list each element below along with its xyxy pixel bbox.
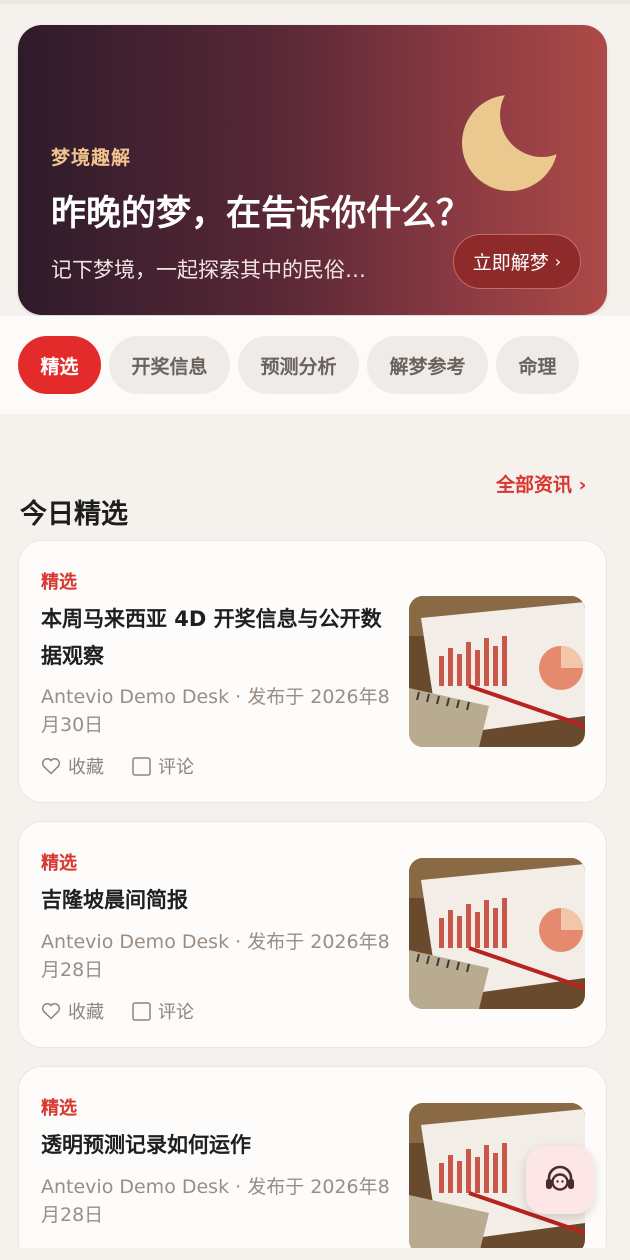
card-title: 吉隆坡晨间简报	[41, 888, 188, 912]
comment-button[interactable]: 评论	[132, 998, 194, 1024]
comment-icon	[132, 756, 151, 776]
hero-title: 昨晚的梦，在告诉你什么？	[51, 194, 472, 234]
heart-icon	[41, 1003, 61, 1020]
comment-button[interactable]: 评论	[132, 753, 194, 779]
comment-label: 评论	[158, 757, 194, 778]
interpret-dream-button[interactable]: 立即解梦 ›	[453, 234, 581, 289]
card-tag: 精选	[41, 1098, 77, 1119]
tab-fortune[interactable]: 命理	[496, 336, 579, 394]
card-meta: Antevio Demo Desk · 发布于 2026年8月28日	[41, 1176, 390, 1226]
tab-featured[interactable]: 精选	[18, 336, 101, 394]
comment-icon	[132, 1001, 151, 1021]
article-thumbnail	[409, 596, 585, 747]
article-card[interactable]: 精选 透明预测记录如何运作 Antevio Demo Desk · 发布于 20…	[18, 1066, 607, 1260]
favorite-button[interactable]: 收藏	[41, 753, 104, 779]
section-title: 今日精选	[20, 499, 128, 530]
dream-hero-banner[interactable]: 梦境趣解 昨晚的梦，在告诉你什么？ 记下梦境，一起探索其中的民俗… 立即解梦 ›	[18, 25, 607, 315]
category-tabs: 精选 开奖信息 预测分析 解梦参考 命理	[0, 316, 630, 414]
card-tag: 精选	[41, 853, 77, 874]
heart-icon	[41, 758, 61, 775]
customer-service-button[interactable]	[526, 1146, 594, 1214]
moon-icon	[462, 95, 558, 191]
card-actions: 收藏 评论	[41, 998, 222, 1024]
customer-service-icon	[546, 1165, 574, 1191]
see-all-news-link[interactable]: 全部资讯 ›	[496, 470, 586, 497]
article-thumbnail	[409, 858, 585, 1009]
comment-label: 评论	[158, 1002, 194, 1023]
bottom-edge	[0, 1248, 630, 1260]
interpret-dream-label: 立即解梦	[472, 252, 549, 274]
card-meta: Antevio Demo Desk · 发布于 2026年8月30日	[41, 686, 390, 736]
favorite-button[interactable]: 收藏	[41, 998, 104, 1024]
card-title: 本周马来西亚 4D 开奖信息与公开数据观察	[41, 607, 382, 668]
favorite-label: 收藏	[68, 1002, 104, 1023]
hero-subtitle: 记下梦境，一起探索其中的民俗…	[51, 258, 366, 282]
card-tag: 精选	[41, 572, 77, 593]
chevron-right-icon: ›	[554, 252, 562, 271]
card-title: 透明预测记录如何运作	[41, 1133, 251, 1157]
tab-draw-results[interactable]: 开奖信息	[109, 336, 230, 394]
article-card[interactable]: 精选 吉隆坡晨间简报 Antevio Demo Desk · 发布于 2026年…	[18, 821, 607, 1048]
favorite-label: 收藏	[68, 757, 104, 778]
card-actions: 收藏 评论	[41, 753, 222, 779]
top-divider	[0, 0, 630, 4]
card-meta: Antevio Demo Desk · 发布于 2026年8月28日	[41, 931, 390, 981]
tab-dream-reference[interactable]: 解梦参考	[367, 336, 488, 394]
tab-prediction-analysis[interactable]: 预测分析	[238, 336, 359, 394]
hero-eyebrow: 梦境趣解	[51, 147, 132, 169]
article-card[interactable]: 精选 本周马来西亚 4D 开奖信息与公开数据观察 Antevio Demo De…	[18, 540, 607, 803]
